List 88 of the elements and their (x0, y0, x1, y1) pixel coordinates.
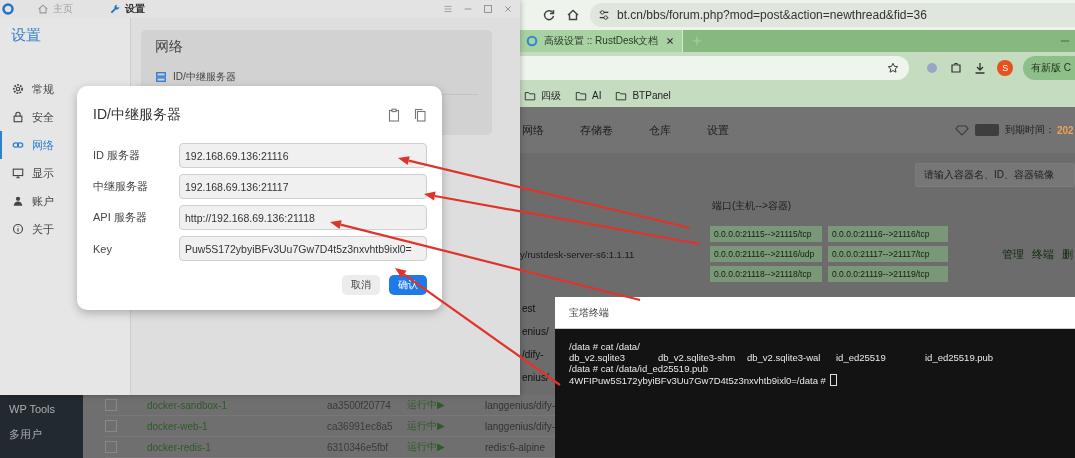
table-cell: langgenius/dify- (484, 420, 555, 432)
copy-icon[interactable] (413, 108, 427, 122)
browser-tab[interactable]: 高级设置 :: RustDesk文档 (520, 30, 683, 52)
update-button[interactable]: 有新版 C (1023, 56, 1075, 80)
expiry-label: 到期时间： (1005, 123, 1055, 137)
tune-icon (598, 9, 610, 21)
terminal-line: /data # cat /data/id_ed25519.pub (569, 363, 709, 374)
sidebar-item[interactable]: 常规 (0, 75, 130, 103)
row-checkbox[interactable] (104, 399, 117, 411)
diamond-icon (955, 123, 969, 137)
port-tag: 0.0.0.0:21119-->21119/tcp (828, 266, 948, 282)
circle-icon[interactable] (925, 61, 940, 75)
sidebar-item[interactable]: 多用户 (9, 427, 83, 442)
text-cursor (829, 374, 837, 386)
file-name: db_v2.sqlite3 (569, 352, 626, 363)
bookmark-folder[interactable]: BTPanel (615, 89, 671, 102)
text-field[interactable]: Puw5S172ybyiBFv3Uu7Gw7D4t5z3nxvhtb9ixl0= (179, 236, 427, 261)
row-checkbox[interactable] (104, 441, 117, 453)
port-tag: 0.0.0.0:21115-->21115/tcp (710, 226, 822, 242)
terminal-line: 4WFIPuw5S172ybyiBFv3Uu7Gw7D4t5z3nxvhtb9ixl0=/data # (569, 374, 826, 386)
search-field[interactable]: 请输入容器名、ID、容器镜像 (915, 163, 1075, 187)
file-name: db_v2.sqlite3-shm (658, 352, 737, 363)
field-label: API 服务器 (93, 210, 148, 225)
person-icon (12, 195, 24, 207)
nav-link[interactable]: 网络 (522, 122, 544, 138)
url-text: bt.cn/bbs/forum.php?mod=post&action=newthread&fid=36 (617, 8, 927, 22)
reload-icon[interactable] (542, 8, 556, 22)
new-tab-icon[interactable] (691, 35, 703, 47)
folder-icon (575, 89, 587, 102)
plan-badge (975, 124, 999, 136)
field-label: Key (93, 242, 113, 255)
wrench-icon (109, 3, 121, 15)
table-cell-text: enius/ (522, 372, 550, 383)
cancel-button[interactable]: 取消 (342, 275, 380, 295)
section-title: 网络 (155, 38, 184, 56)
port-tag: 0.0.0.0:21118-->21118/tcp (710, 266, 822, 282)
expiry-date: 202 (1057, 124, 1075, 136)
terminal-line: /data # cat /data/ (569, 341, 641, 352)
row-checkbox[interactable] (104, 420, 117, 432)
port-tag: 0.0.0.0:21116-->21116/udp (710, 246, 822, 262)
port-tag: 0.0.0.0:21117-->21117/tcp (828, 246, 948, 262)
clipboard-icon[interactable] (387, 108, 401, 122)
menu-icon[interactable] (442, 3, 454, 15)
table-cell-text: enius/ (522, 326, 550, 337)
port-tag: 0.0.0.0:21116-->21116/tcp (828, 226, 948, 242)
download-icon[interactable] (973, 61, 988, 75)
nav-link[interactable]: 存储卷 (580, 122, 613, 138)
settings-item[interactable]: ID/中继服务器 (155, 70, 478, 84)
image-name: y/rustdesk-server-s6:1.1.11 (520, 248, 636, 260)
monitor-icon (12, 167, 24, 179)
nav-link[interactable]: 仓库 (649, 122, 671, 138)
lock-icon (12, 111, 24, 123)
window-tab[interactable]: 设置 (95, 2, 159, 16)
table-cell-text: est (522, 303, 537, 314)
home-icon[interactable] (566, 8, 580, 22)
field-label: 中继服务器 (93, 179, 149, 194)
text-field[interactable]: 192.168.69.136:21117 (179, 174, 427, 199)
close-icon[interactable] (502, 3, 514, 15)
star-icon[interactable] (887, 62, 900, 74)
logo-icon (526, 35, 538, 47)
table-cell-text: /dify- (522, 349, 545, 360)
bookmark-folder[interactable]: AI (575, 89, 602, 102)
table-cell: redis:6-alpine (484, 441, 545, 453)
maximize-icon[interactable] (482, 3, 494, 15)
search-field[interactable] (520, 56, 910, 80)
nav-link[interactable]: 设置 (707, 122, 729, 138)
folder-icon (615, 89, 628, 102)
link-icon (12, 139, 24, 151)
dialog-title: ID/中继服务器 (93, 106, 182, 124)
table-cell: langgenius/dify- (484, 399, 555, 411)
home-icon (37, 3, 49, 15)
server-icon (155, 71, 167, 83)
folder-icon (524, 89, 536, 102)
gear-icon (12, 83, 24, 95)
file-name: id_ed25519 (836, 352, 887, 363)
address-bar[interactable]: bt.cn/bbs/forum.php?mod=post&action=newthread&fid=36 (590, 3, 1075, 27)
sidebar-item[interactable]: WP Tools (9, 403, 83, 415)
sidebar-title: 设置 (10, 26, 42, 45)
file-name: db_v2.sqlite3-wal (747, 352, 822, 363)
bookmark-folder[interactable]: 四级 (524, 88, 561, 103)
text-field[interactable]: http://192.168.69.136:21118 (179, 205, 427, 230)
info-icon (12, 223, 24, 235)
profile-avatar[interactable]: S (997, 60, 1013, 76)
terminal-title: 宝塔终端 (569, 305, 609, 320)
column-header: 端口(主机-->容器) (712, 199, 793, 213)
text-field[interactable]: 192.168.69.136:21116 (179, 143, 427, 168)
file-name: id_ed25519.pub (925, 352, 995, 363)
logo-icon (1, 2, 15, 16)
